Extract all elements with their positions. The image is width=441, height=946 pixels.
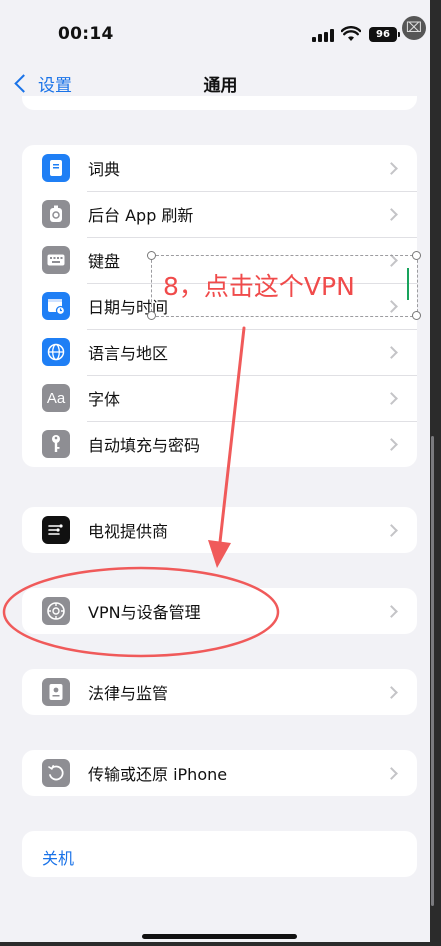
annotation-circle xyxy=(2,566,280,658)
annotation-arrow xyxy=(216,326,246,562)
annotation-overlay xyxy=(2,326,280,658)
annotation-arrowhead xyxy=(208,540,231,568)
